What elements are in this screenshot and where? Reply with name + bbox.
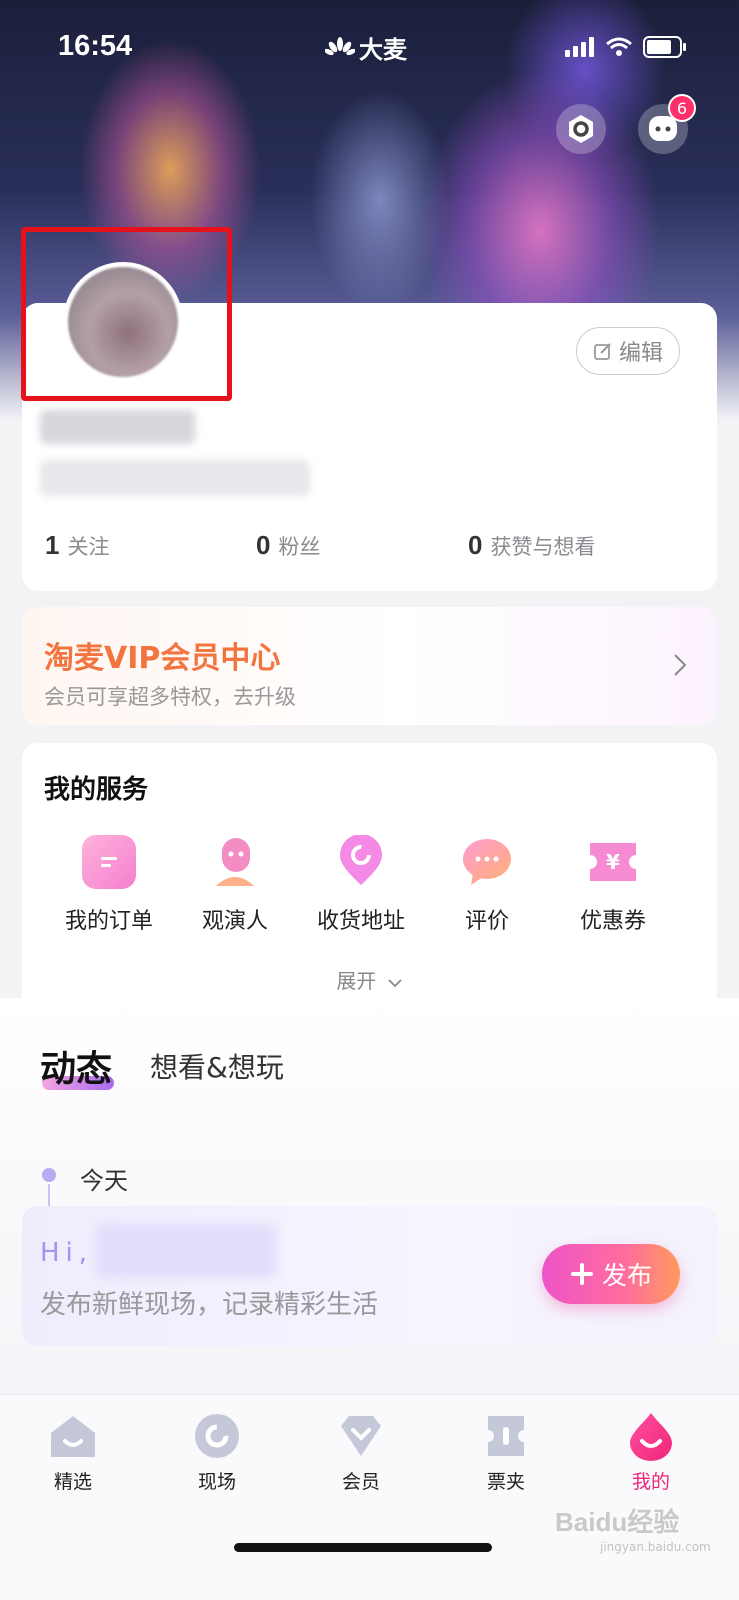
- vip-title: 淘麦VIP会员中心: [44, 641, 281, 676]
- services-title: 我的服务: [44, 775, 149, 805]
- battery-icon: [643, 36, 686, 58]
- address-icon: [334, 835, 388, 889]
- publish-label: 发布: [601, 1261, 652, 1290]
- chevron-right-icon: [674, 654, 687, 676]
- home-indicator: [234, 1543, 492, 1552]
- stat-following[interactable]: 1 关注: [45, 530, 109, 561]
- service-label-orders: 我的订单: [64, 909, 153, 934]
- plus-icon: [570, 1263, 593, 1285]
- stat-fans-label: 粉丝: [278, 535, 321, 559]
- service-label-viewers: 观演人: [201, 909, 268, 934]
- greeting-hi: Hi,: [40, 1238, 94, 1268]
- ticket-icon: [481, 1411, 531, 1461]
- service-my-orders[interactable]: 我的订单: [46, 835, 172, 935]
- service-comments[interactable]: 评价: [424, 835, 550, 935]
- service-viewers[interactable]: 观演人: [172, 835, 298, 935]
- service-coupons[interactable]: ¥ 优惠券: [550, 835, 676, 935]
- tab-label-live: 现场: [197, 1471, 236, 1493]
- stat-likes[interactable]: 0 获赞与想看: [468, 530, 595, 561]
- edit-label: 编辑: [618, 341, 663, 366]
- stat-following-label: 关注: [67, 535, 110, 559]
- viewer-icon: [208, 835, 262, 889]
- username-redacted: [40, 410, 195, 444]
- order-icon: [82, 835, 136, 889]
- service-label-address: 收货地址: [316, 909, 405, 934]
- publish-button[interactable]: 发布: [542, 1244, 680, 1304]
- timeline-dot: [42, 1168, 56, 1182]
- tab-label-featured: 精选: [53, 1471, 92, 1493]
- service-label-comments: 评价: [464, 909, 509, 934]
- comment-icon: [460, 835, 514, 889]
- wifi-icon: [606, 37, 632, 56]
- stat-following-count: 1: [45, 530, 60, 560]
- brand-logo: 大麦: [325, 30, 407, 65]
- status-icons: [565, 36, 687, 58]
- message-count-badge: 6: [668, 94, 696, 122]
- home-icon: [48, 1411, 98, 1461]
- expand-services-button[interactable]: 展开: [22, 965, 717, 994]
- tab-label-me: 我的: [631, 1471, 670, 1493]
- tab-label-member: 会员: [341, 1471, 380, 1493]
- bottom-tab-bar: 精选 现场 会员 票夹 我的: [0, 1394, 739, 1600]
- watermark-logo: Baidu经验: [555, 1507, 680, 1537]
- messages-button[interactable]: 6: [638, 94, 696, 154]
- annotation-highlight-box: [21, 227, 232, 401]
- watermark-url: jingyan.baidu.com: [600, 1540, 711, 1554]
- tab-want-to-see[interactable]: 想看&想玩: [150, 1046, 284, 1086]
- tab-label-ticket: 票夹: [486, 1471, 525, 1493]
- chevron-down-icon: [388, 979, 402, 988]
- edit-profile-button[interactable]: 编辑: [576, 327, 680, 375]
- me-icon: [626, 1411, 676, 1461]
- profile-stats: 1 关注 0 粉丝 0 获赞与想看: [45, 530, 695, 562]
- signal-icon: [565, 37, 594, 57]
- timeline-line: [48, 1184, 50, 1208]
- stat-likes-label: 获赞与想看: [490, 535, 596, 559]
- stat-fans-count: 0: [256, 530, 271, 560]
- status-bar: 16:54 大麦: [0, 28, 739, 68]
- stat-likes-count: 0: [468, 530, 483, 560]
- vip-center-card[interactable]: 淘麦VIP会员中心 会员可享超多特权，去升级: [22, 607, 717, 725]
- tab-live[interactable]: 现场: [162, 1411, 272, 1494]
- username-redacted-hi: [96, 1224, 276, 1278]
- expand-label: 展开: [336, 969, 377, 993]
- vip-subtitle: 会员可享超多特权，去升级: [44, 685, 296, 709]
- edit-icon: [594, 343, 611, 360]
- service-address[interactable]: 收货地址: [298, 835, 424, 935]
- my-services-card: 我的服务 我的订单 观演人 收货地址 评价 ¥ 优惠券 展开: [22, 743, 717, 998]
- tab-featured[interactable]: 精选: [18, 1411, 128, 1494]
- tab-member[interactable]: 会员: [306, 1411, 416, 1494]
- stat-fans[interactable]: 0 粉丝: [256, 530, 320, 561]
- coupon-icon: ¥: [586, 835, 640, 889]
- bio-redacted: [40, 460, 310, 496]
- hexagon-settings-icon: [569, 115, 593, 143]
- status-time: 16:54: [58, 30, 133, 62]
- brand-flower-icon: [325, 36, 355, 55]
- brand-name: 大麦: [359, 36, 407, 64]
- svg-text:¥: ¥: [606, 850, 620, 874]
- timeline-today-label: 今天: [80, 1167, 128, 1195]
- service-label-coupons: 优惠券: [579, 909, 646, 934]
- tab-ticket-wallet[interactable]: 票夹: [451, 1411, 561, 1494]
- live-icon: [192, 1411, 242, 1461]
- settings-button[interactable]: [556, 104, 606, 154]
- publish-prompt-text: 发布新鲜现场，记录精彩生活: [40, 1290, 379, 1320]
- publish-prompt-card: Hi, 发布新鲜现场，记录精彩生活 发布: [22, 1206, 717, 1346]
- tab-me[interactable]: 我的: [596, 1411, 706, 1494]
- tab-dynamic[interactable]: 动态: [40, 1040, 112, 1092]
- member-icon: [336, 1411, 386, 1461]
